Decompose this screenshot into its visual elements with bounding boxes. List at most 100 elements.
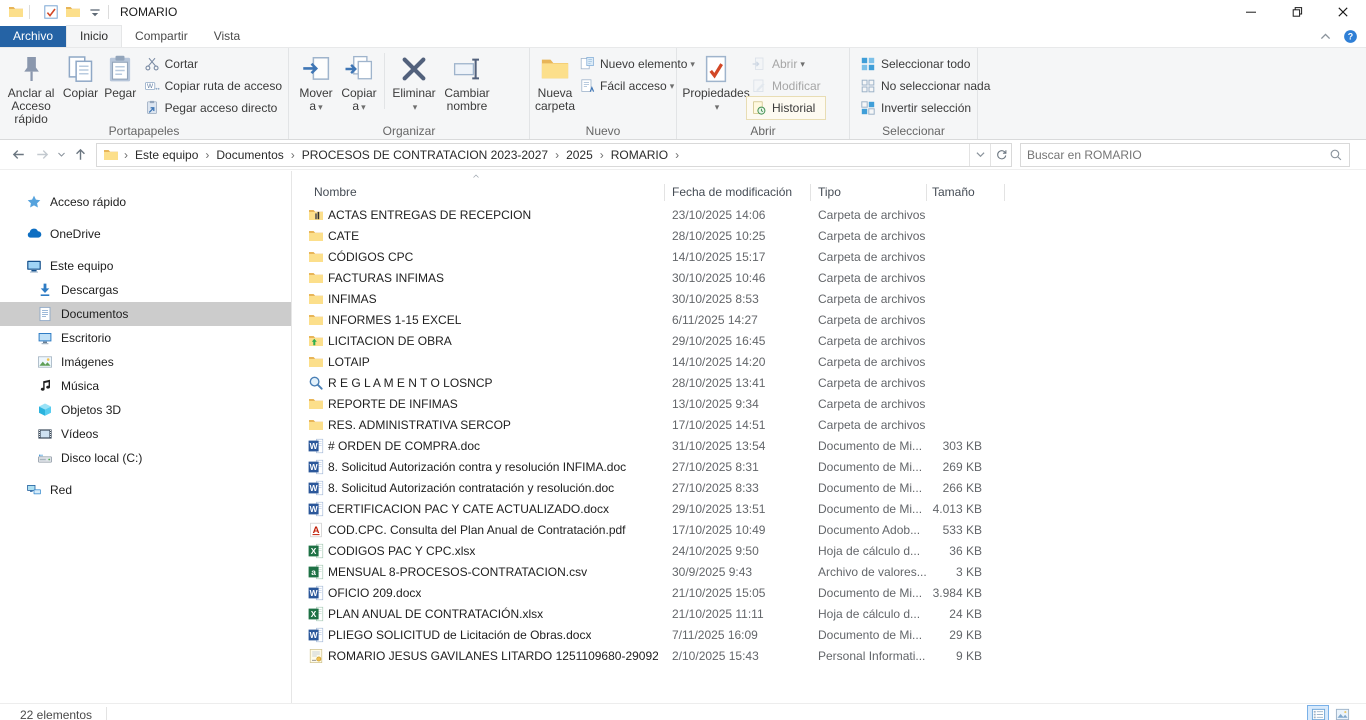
svg-text:?: ? [1348, 32, 1353, 42]
breadcrumb-segment[interactable]: 2025 [562, 146, 597, 164]
file-name: PLIEGO SOLICITUD de Licitación de Obras.… [328, 628, 591, 642]
tab-compartir[interactable]: Compartir [122, 26, 201, 47]
sidebar-item-este-equipo[interactable]: Este equipo [0, 254, 291, 278]
address-history-button[interactable] [969, 144, 990, 166]
qat-properties-button[interactable] [43, 4, 59, 20]
breadcrumb-segment[interactable]: Este equipo [131, 146, 202, 164]
move-to-button[interactable]: Mover a▾ [295, 51, 337, 114]
breadcrumb-segment[interactable]: PROCESOS DE CONTRATACION 2023-2027 [298, 146, 552, 164]
properties-button[interactable]: Propiedades▾ [685, 51, 747, 114]
file-row[interactable]: W# ORDEN DE COMPRA.doc31/10/2025 13:54Do… [292, 436, 1366, 457]
invert-selection-button[interactable]: Invertir selección [856, 97, 994, 119]
pin-quick-access-button[interactable]: Anclar al Acceso rápido [2, 51, 60, 126]
new-folder-button[interactable]: Nueva carpeta [535, 51, 575, 113]
sidebar-item-m-sica[interactable]: Música [0, 374, 291, 398]
rename-button[interactable]: Cambiar nombre [440, 51, 494, 113]
up-button[interactable] [68, 143, 92, 167]
file-row[interactable]: CÓDIGOS CPC14/10/2025 15:17Carpeta de ar… [292, 247, 1366, 268]
collapse-ribbon-icon[interactable] [1318, 29, 1333, 44]
paste-shortcut-button[interactable]: Pegar acceso directo [140, 97, 286, 119]
file-row[interactable]: LICITACION DE OBRA29/10/2025 16:45Carpet… [292, 331, 1366, 352]
search-icon[interactable] [1329, 148, 1343, 162]
up-arrow-icon [73, 147, 88, 162]
title-bar: ROMARIO [0, 0, 1366, 24]
column-header-fecha[interactable]: Fecha de modificación [672, 185, 792, 199]
qat-customize-menu-icon[interactable] [87, 4, 103, 20]
sidebar-item-documentos[interactable]: Documentos [0, 302, 291, 326]
copy-to-button[interactable]: Copiar a▾ [337, 51, 381, 114]
file-row[interactable]: INFORMES 1-15 EXCEL6/11/2025 14:27Carpet… [292, 310, 1366, 331]
sidebar-item-v-deos[interactable]: Vídeos [0, 422, 291, 446]
select-all-button[interactable]: Seleccionar todo [856, 53, 994, 75]
sidebar-item-onedrive[interactable]: OneDrive [0, 222, 291, 246]
open-button[interactable]: Abrir ▾ [747, 53, 825, 75]
file-row[interactable]: FACTURAS INFIMAS30/10/2025 10:46Carpeta … [292, 268, 1366, 289]
file-date: 14/10/2025 14:20 [672, 355, 765, 369]
sidebar-item-escritorio[interactable]: Escritorio [0, 326, 291, 350]
file-row[interactable]: W8. Solicitud Autorización contra y reso… [292, 457, 1366, 478]
restore-button[interactable] [1274, 0, 1320, 24]
thumbnails-view-button[interactable] [1332, 706, 1352, 720]
refresh-button[interactable] [990, 144, 1011, 166]
file-row[interactable]: CATE28/10/2025 10:25Carpeta de archivos [292, 226, 1366, 247]
sidebar-item-red[interactable]: Red [0, 478, 291, 502]
qat-new-folder-button[interactable] [65, 4, 81, 20]
file-row[interactable]: WCERTIFICACION PAC Y CATE ACTUALIZADO.do… [292, 499, 1366, 520]
file-row[interactable]: ACTAS ENTREGAS DE RECEPCION23/10/2025 14… [292, 205, 1366, 226]
tab-vista[interactable]: Vista [201, 26, 253, 47]
file-row[interactable]: INFIMAS30/10/2025 8:53Carpeta de archivo… [292, 289, 1366, 310]
tab-archivo[interactable]: Archivo [0, 26, 66, 47]
select-none-button[interactable]: No seleccionar nada [856, 75, 994, 97]
file-row[interactable]: REPORTE DE INFIMAS13/10/2025 9:34Carpeta… [292, 394, 1366, 415]
file-date: 27/10/2025 8:33 [672, 481, 759, 495]
file-date: 30/9/2025 9:43 [672, 565, 752, 579]
back-button[interactable] [6, 143, 30, 167]
help-icon[interactable]: ? [1343, 29, 1358, 44]
file-row[interactable]: LOTAIP14/10/2025 14:20Carpeta de archivo… [292, 352, 1366, 373]
sidebar-item-acceso-r-pido[interactable]: Acceso rápido [0, 190, 291, 214]
sidebar-item-disco-local-c-[interactable]: Disco local (C:) [0, 446, 291, 470]
column-header-nombre[interactable]: Nombre [314, 185, 357, 199]
invert-selection-icon [860, 100, 876, 116]
breadcrumb-segment[interactable]: ROMARIO [607, 146, 672, 164]
details-view-button[interactable] [1308, 706, 1328, 720]
close-button[interactable] [1320, 0, 1366, 24]
sidebar-item-objetos-3d[interactable]: Objetos 3D [0, 398, 291, 422]
file-row[interactable]: ACOD.CPC. Consulta del Plan Anual de Con… [292, 520, 1366, 541]
file-type: Personal Informati... [818, 649, 925, 663]
delete-button[interactable]: Eliminar▾ [388, 51, 440, 114]
breadcrumb: ›Este equipo›Documentos›PROCESOS DE CONT… [97, 146, 969, 164]
sidebar-item-im-genes[interactable]: Imágenes [0, 350, 291, 374]
file-row[interactable]: RES. ADMINISTRATIVA SERCOP17/10/2025 14:… [292, 415, 1366, 436]
file-row[interactable]: WPLIEGO SOLICITUD de Licitación de Obras… [292, 625, 1366, 646]
breadcrumb-segment[interactable]: Documentos [212, 146, 287, 164]
tab-inicio[interactable]: Inicio [66, 25, 122, 47]
minimize-button[interactable] [1228, 0, 1274, 24]
paste-button[interactable]: Pegar [101, 51, 140, 100]
cut-button[interactable]: Cortar [140, 53, 286, 75]
cert-icon [308, 648, 324, 664]
file-row[interactable]: XCODIGOS PAC Y CPC.xlsx24/10/2025 9:50Ho… [292, 541, 1366, 562]
folder-icon [308, 270, 324, 286]
recent-locations-button[interactable] [54, 143, 68, 167]
copy-button[interactable]: Copiar [60, 51, 101, 100]
file-row[interactable]: ROMARIO JESUS GAVILANES LITARDO 12511096… [292, 646, 1366, 667]
docfolder-icon [37, 306, 53, 322]
file-row[interactable]: WOFICIO 209.docx21/10/2025 15:05Document… [292, 583, 1366, 604]
copy-path-button[interactable]: W Copiar ruta de acceso [140, 75, 286, 97]
file-row[interactable]: aMENSUAL 8-PROCESOS-CONTRATACION.csv30/9… [292, 562, 1366, 583]
file-pane: Nombre Fecha de modificación Tipo Tamaño… [292, 171, 1366, 703]
column-header-tipo[interactable]: Tipo [818, 185, 841, 199]
column-header-tamano[interactable]: Tamaño [932, 185, 975, 199]
sidebar-item-descargas[interactable]: Descargas [0, 278, 291, 302]
rename-icon [452, 54, 482, 84]
forward-button[interactable] [30, 143, 54, 167]
file-row[interactable]: R E G L A M E N T O LOSNCP28/10/2025 13:… [292, 373, 1366, 394]
modify-button[interactable]: Modificar [747, 75, 825, 97]
file-row[interactable]: XPLAN ANUAL DE CONTRATACIÓN.xlsx21/10/20… [292, 604, 1366, 625]
address-bar[interactable]: ›Este equipo›Documentos›PROCESOS DE CONT… [96, 143, 1012, 167]
select-all-icon [860, 56, 876, 72]
search-input[interactable] [1027, 148, 1329, 162]
file-row[interactable]: W8. Solicitud Autorización contratación … [292, 478, 1366, 499]
history-button[interactable]: Historial [747, 97, 825, 119]
